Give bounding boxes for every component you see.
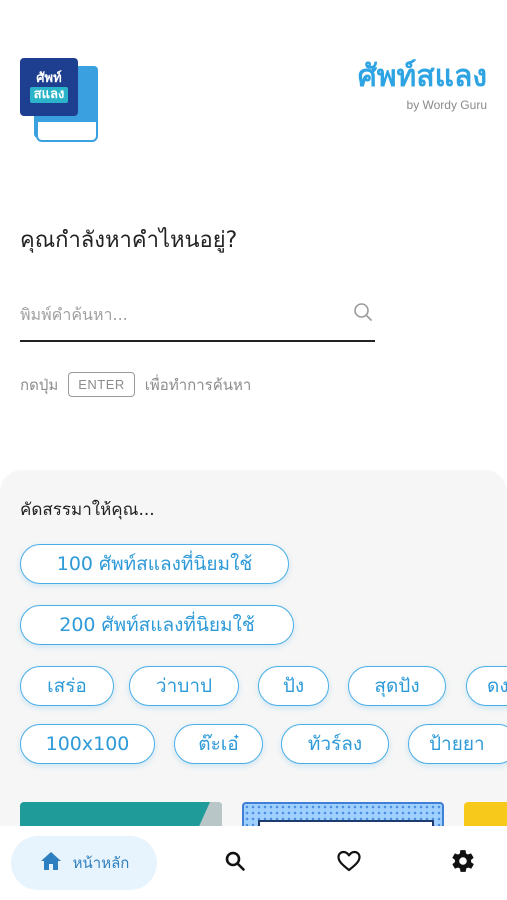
nav-settings[interactable] bbox=[438, 836, 488, 890]
word-chip[interactable]: 100x100 bbox=[20, 724, 155, 764]
word-chip[interactable]: ว่าบาป bbox=[129, 666, 239, 706]
word-chip[interactable]: ปัง bbox=[258, 666, 329, 706]
collection-chip-100[interactable]: 100 ศัพท์สแลงที่นิยมใช้ bbox=[20, 544, 289, 584]
search-hint: กดปุ่ม ENTER เพื่อทำการค้นหา bbox=[20, 372, 251, 397]
bottom-navigation: หน้าหลัก bbox=[0, 826, 507, 900]
word-chip[interactable]: ทัวร์ลง bbox=[281, 724, 389, 764]
gear-icon bbox=[450, 848, 476, 878]
logo-text-line1: ศัพท์ bbox=[36, 71, 62, 86]
word-chip[interactable]: ต๊ะเอ๋ bbox=[174, 724, 263, 764]
nav-home[interactable]: หน้าหลัก bbox=[11, 836, 157, 890]
heart-icon bbox=[336, 849, 362, 877]
app-header: ศัพท์ สแลง ศัพท์สแลง by Wordy Guru bbox=[0, 0, 507, 170]
search-question: คุณกำลังหาคำไหนอยู่? bbox=[20, 228, 238, 253]
word-chip[interactable]: ป้ายยา bbox=[408, 724, 507, 764]
home-icon bbox=[39, 849, 63, 877]
collection-chip-200[interactable]: 200 ศัพท์สแลงที่นิยมใช้ bbox=[20, 605, 294, 645]
hint-text-before: กดปุ่ม bbox=[20, 375, 59, 394]
nav-favorites[interactable] bbox=[324, 836, 374, 890]
search-icon[interactable] bbox=[351, 300, 375, 324]
word-chip[interactable]: สุดปัง bbox=[348, 666, 446, 706]
recommend-title: คัดสรรมาให้คุณ... bbox=[20, 500, 155, 520]
nav-search[interactable] bbox=[210, 836, 260, 890]
app-logo: ศัพท์ สแลง bbox=[20, 58, 100, 146]
word-chip[interactable]: เสร่อ bbox=[20, 666, 114, 706]
app-title: ศัพท์สแลง bbox=[357, 59, 487, 94]
logo-text-line2: สแลง bbox=[29, 87, 69, 103]
search-field[interactable] bbox=[20, 290, 375, 342]
search-input[interactable] bbox=[20, 294, 340, 334]
search-icon bbox=[223, 849, 247, 877]
logo-badge: ศัพท์ สแลง bbox=[20, 58, 78, 116]
hint-text-after: เพื่อทำการค้นหา bbox=[144, 375, 252, 394]
nav-home-label: หน้าหลัก bbox=[72, 854, 130, 872]
logo-book-pages bbox=[36, 120, 98, 142]
app-subtitle: by Wordy Guru bbox=[406, 98, 487, 112]
word-chip[interactable]: ดง bbox=[466, 666, 507, 706]
app-title-block: ศัพท์สแลง by Wordy Guru bbox=[358, 58, 487, 112]
enter-key-badge: ENTER bbox=[68, 372, 135, 397]
